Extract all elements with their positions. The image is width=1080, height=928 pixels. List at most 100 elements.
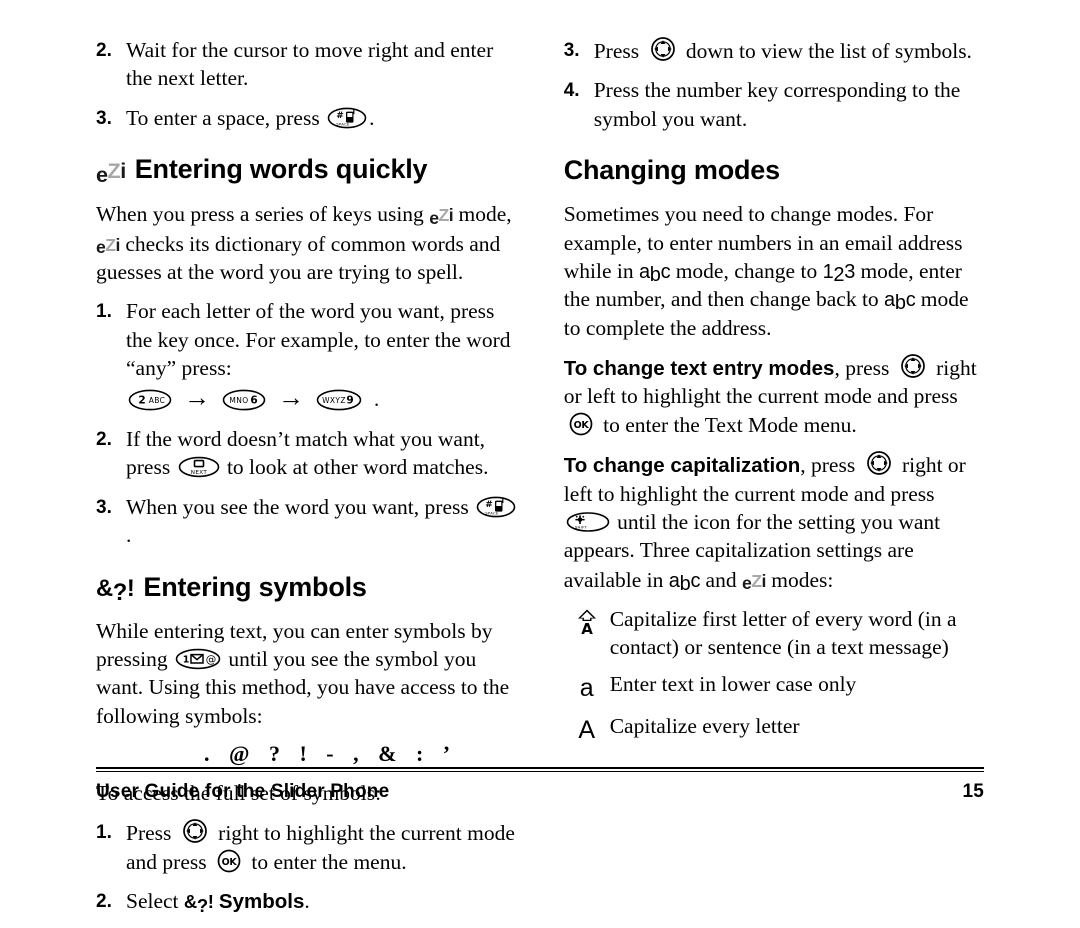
- svg-text:MNO: MNO: [229, 396, 248, 405]
- list-item: 2. Wait for the cursor to move right and…: [96, 36, 524, 93]
- symbols-glyph-icon: &?!: [96, 572, 135, 606]
- cap-part-1: , press: [800, 453, 856, 478]
- text-entry-part-3: to enter the Text Mode menu.: [603, 412, 857, 437]
- heading-text: Entering words quickly: [134, 154, 428, 185]
- svg-text:OK: OK: [573, 420, 589, 431]
- svg-text:6: 6: [250, 395, 257, 407]
- svg-text:OK: OK: [222, 857, 238, 868]
- ezi-z: Z: [105, 234, 116, 255]
- svg-text:A: A: [581, 620, 593, 637]
- available-symbols-list: . @ ? ! - , & : ’: [204, 741, 458, 767]
- ezi-z: Z: [751, 570, 762, 591]
- ezi-steps: 1. For each letter of the word you want,…: [96, 297, 524, 549]
- abc-c: c: [660, 260, 671, 283]
- ezi-e: e: [96, 237, 106, 258]
- left-top-steps: 2. Wait for the cursor to move right and…: [96, 36, 524, 132]
- step-text-trailing: .: [369, 105, 375, 130]
- intro-part-2: mode,: [458, 202, 512, 227]
- step-text-content: For each letter of the word you want, pr…: [126, 299, 511, 380]
- svg-text:SHIFT: SHIFT: [575, 525, 588, 530]
- symbols-amp: &: [96, 574, 113, 602]
- capitalization-settings-list: A Capitalize first letter of every word …: [564, 606, 984, 747]
- step-text-trailing: down to view the list of symbols.: [685, 39, 972, 63]
- list-item: 2. If the word doesn’t match what you wa…: [96, 425, 524, 482]
- arrow-right-icon: →: [184, 383, 210, 413]
- num-1: 1: [822, 260, 834, 283]
- ezi-logo-icon: eZi: [742, 565, 766, 594]
- step-number: 3.: [563, 40, 580, 61]
- next-key-icon: NEXT: [178, 456, 220, 478]
- symbols-glyph-icon: &?!: [184, 888, 214, 916]
- heading-text: Entering symbols: [143, 571, 367, 602]
- lowercase-a-glyph: a: [579, 673, 594, 702]
- ezi-logo-icon: eZi: [429, 199, 453, 228]
- list-item: 3. When you see the word you want, press…: [96, 493, 524, 550]
- svg-text:#: #: [485, 500, 493, 510]
- ezi-logo-icon: eZi: [96, 229, 120, 258]
- space-key-icon: # SPACE: [327, 107, 367, 129]
- ezi-i: i: [448, 205, 454, 226]
- step-text: When you see the word you want, press # …: [126, 493, 524, 550]
- heading-changing-modes: Changing modes: [564, 155, 984, 186]
- ezi-e: e: [96, 161, 108, 187]
- list-item: 1. Press right to highlight the current …: [96, 818, 524, 876]
- footer-title: User Guide for the Slider Phone: [96, 781, 390, 802]
- list-item: A Capitalize every letter: [564, 713, 984, 747]
- key-6mno-icon: MNO 6: [222, 389, 266, 411]
- step-text-trailing: .: [304, 889, 310, 914]
- ezi-logo-icon: eZi: [96, 154, 126, 187]
- symbols-steps: 1. Press right to highlight the current …: [96, 818, 524, 916]
- list-item: 3. Press down to view the list of symbol…: [564, 36, 984, 65]
- uppercase-a-glyph: A: [578, 716, 596, 745]
- svg-text:SPACE: SPACE: [485, 510, 499, 515]
- step-text-content: Press: [126, 821, 172, 846]
- svg-text:ABC: ABC: [149, 396, 166, 405]
- capitalization-description: Capitalize every letter: [609, 714, 800, 739]
- step-text-content: Press the number key corresponding to th…: [593, 78, 961, 131]
- abc-c: c: [690, 569, 701, 592]
- symbols-intro-paragraph: While entering text, you can enter symbo…: [96, 617, 524, 731]
- capitalization-description: Capitalize first letter of every word (i…: [609, 607, 957, 659]
- list-item: 4. Press the number key corresponding to…: [564, 76, 984, 133]
- svg-text:NEXT: NEXT: [190, 470, 207, 476]
- change-text-entry-modes-paragraph: To change text entry modes, press right …: [564, 353, 984, 439]
- step-text: For each letter of the word you want, pr…: [126, 297, 524, 414]
- abc-a: a: [638, 260, 650, 283]
- step-number: 4.: [563, 80, 580, 102]
- changing-modes-intro: Sometimes you need to change modes. For …: [564, 200, 984, 342]
- cap-part-5: modes:: [771, 567, 834, 592]
- symbols-exclaim: !: [207, 891, 214, 913]
- menu-item-symbols-label: Symbols: [218, 890, 305, 914]
- space-key-icon: # SPACE: [476, 496, 516, 518]
- step-text-content: Press: [593, 39, 640, 63]
- abc-mode-icon: abc: [884, 287, 916, 314]
- abc-a: a: [884, 289, 895, 312]
- svg-text:#: #: [336, 111, 344, 121]
- heading-entering-words-quickly: eZi Entering words quickly: [96, 154, 524, 187]
- ezi-e: e: [741, 573, 752, 594]
- navigation-key-icon: [897, 353, 929, 379]
- modes-intro-2: mode, change to: [675, 258, 818, 283]
- change-capitalization-paragraph: To change capitalization, press right or…: [563, 450, 984, 595]
- abc-b: b: [649, 264, 661, 287]
- step-text: Press the number key corresponding to th…: [594, 76, 984, 133]
- step-number: 1.: [96, 822, 112, 844]
- step-number: 1.: [96, 301, 112, 323]
- ezi-intro-paragraph: When you press a series of keys using eZ…: [96, 199, 524, 286]
- num-3: 3: [844, 260, 856, 283]
- text-entry-part-1: , press: [834, 356, 890, 381]
- cap-part-4: and: [705, 567, 737, 592]
- paragraph-lead-in: To change capitalization: [563, 454, 801, 478]
- abc-b: b: [679, 572, 691, 595]
- key-2abc-icon: 2 ABC: [128, 389, 172, 411]
- shift-a-icon: A: [564, 606, 610, 645]
- footer-row: User Guide for the Slider Phone 15: [96, 781, 984, 803]
- ezi-i: i: [761, 570, 767, 591]
- abc-c: c: [905, 289, 916, 312]
- arrow-right-icon: →: [278, 383, 304, 413]
- step-number: 2.: [96, 891, 112, 913]
- abc-mode-icon: abc: [669, 568, 701, 595]
- lowercase-a-icon: a: [564, 671, 610, 705]
- step-text-trailing: to look at other word matches.: [226, 455, 489, 480]
- svg-text:9: 9: [346, 395, 353, 407]
